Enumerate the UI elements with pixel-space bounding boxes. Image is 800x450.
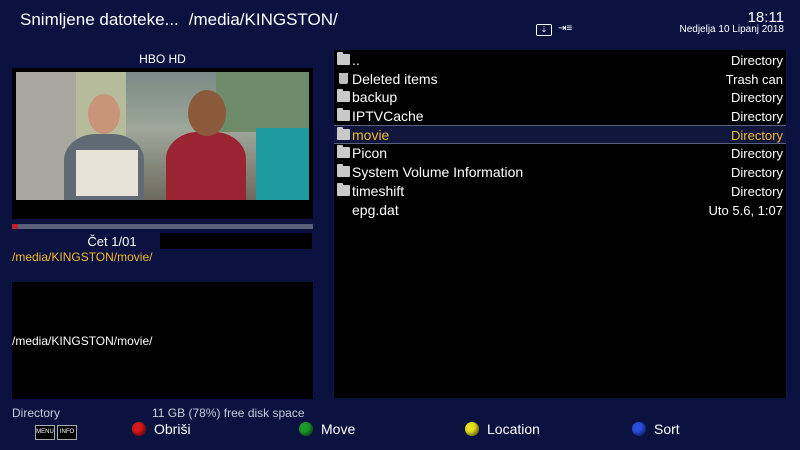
list-item-type: Directory (730, 53, 783, 68)
list-item[interactable]: System Volume Information Directory (334, 163, 786, 182)
trash-icon (339, 73, 348, 84)
list-item[interactable]: IPTVCache Directory (334, 107, 786, 126)
menu-key[interactable]: MENU (35, 425, 55, 440)
list-item-name: movie (352, 127, 390, 143)
list-icon: ⇥≡ (558, 23, 573, 34)
channel-name: HBO HD (139, 52, 186, 66)
list-item-type: Directory (730, 184, 783, 199)
folder-icon (337, 89, 350, 102)
info-key[interactable]: INFO (57, 425, 77, 440)
date: Nedjelja 10 Lipanj 2018 (679, 24, 784, 35)
list-item[interactable]: epg.dat Uto 5.6, 1:07 (334, 201, 786, 220)
location-button[interactable]: Location (487, 421, 540, 437)
current-path: /media/KINGSTON/movie/ (12, 250, 153, 264)
epg-time: Čet 1/01 (87, 234, 137, 249)
list-item-name: IPTVCache (352, 108, 424, 124)
list-item[interactable]: movie Directory (334, 125, 786, 144)
playback-progress (12, 224, 313, 229)
list-item-type: Directory (730, 109, 783, 124)
video-preview (12, 68, 313, 219)
list-item[interactable]: timeshift Directory (334, 182, 786, 201)
folder-icon (337, 164, 350, 177)
list-item-name: Deleted items (352, 71, 438, 87)
delete-button[interactable]: Obriši (154, 421, 191, 437)
list-item-name: Picon (352, 145, 388, 161)
list-item-type: Directory (730, 165, 783, 180)
sort-color-icon[interactable] (632, 422, 646, 436)
list-item-type: Directory (730, 128, 783, 143)
list-item-type: Directory (730, 90, 783, 105)
folder-icon (337, 52, 350, 65)
list-item-type: Uto 5.6, 1:07 (708, 203, 783, 218)
list-item[interactable]: .. Directory (334, 51, 786, 70)
list-item-name: System Volume Information (352, 164, 524, 180)
delete-color-icon[interactable] (132, 422, 146, 436)
info-path: /media/KINGSTON/movie/ (12, 334, 153, 348)
list-item-name: timeshift (352, 183, 405, 199)
progress-fill (12, 224, 19, 229)
list-item-name: .. (352, 52, 360, 68)
info-panel: /media/KINGSTON/movie/ (12, 282, 313, 399)
title-path: /media/KINGSTON/ (188, 10, 338, 29)
video-frame (16, 72, 309, 200)
list-item-name: backup (352, 89, 398, 105)
list-item[interactable]: Picon Directory (334, 144, 786, 163)
folder-icon (337, 145, 350, 158)
selected-type: Directory (12, 406, 61, 420)
sort-button[interactable]: Sort (654, 421, 680, 437)
move-color-icon[interactable] (299, 422, 313, 436)
list-item[interactable]: Deleted items Trash can (334, 70, 786, 89)
free-disk-space: 11 GB (78%) free disk space (152, 406, 305, 420)
title-label: Snimljene datoteke... (20, 10, 179, 29)
location-color-icon[interactable] (465, 422, 479, 436)
page-title: Snimljene datoteke... /media/KINGSTON/ (20, 10, 338, 30)
file-list[interactable]: .. Directory Deleted items Trash can backup D… (334, 50, 786, 398)
move-button[interactable]: Move (321, 421, 355, 437)
list-item-name: epg.dat (352, 202, 399, 218)
folder-icon (337, 127, 350, 140)
list-item-type: Directory (730, 146, 783, 161)
record-icon: ⇣ (536, 24, 552, 36)
list-item[interactable]: backup Directory (334, 88, 786, 107)
folder-icon (337, 108, 350, 121)
list-item-type: Trash can (725, 72, 783, 87)
folder-icon (337, 183, 350, 196)
